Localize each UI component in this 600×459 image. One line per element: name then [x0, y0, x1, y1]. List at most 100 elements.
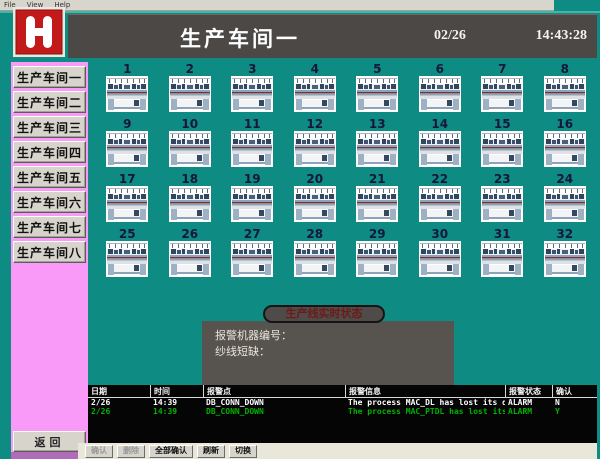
machine-number: 6 [436, 63, 444, 76]
sidebar-item-workshop-6[interactable]: 生产车间六 [13, 191, 86, 213]
machine-number: 3 [248, 63, 256, 76]
machine-tile-22[interactable]: 22 [419, 173, 461, 228]
machine-icon [294, 186, 336, 222]
alarm-row[interactable]: 2/2614:39DB_CONN_DOWNThe process MAC_PTD… [88, 407, 597, 416]
machine-tile-12[interactable]: 12 [294, 118, 336, 173]
machine-icon [169, 76, 211, 112]
return-button[interactable]: 返回 [13, 431, 86, 452]
alarm-cell: ALARM [505, 407, 552, 416]
sidebar-item-workshop-1[interactable]: 生产车间一 [13, 66, 86, 88]
machine-icon [294, 241, 336, 277]
machine-tile-24[interactable]: 24 [544, 173, 586, 228]
alarm-cell: 2/26 [88, 398, 150, 407]
machine-tile-18[interactable]: 18 [169, 173, 211, 228]
machine-tile-10[interactable]: 10 [169, 118, 211, 173]
machine-tile-16[interactable]: 16 [544, 118, 586, 173]
machine-tile-21[interactable]: 21 [356, 173, 398, 228]
status-line: 报警机器编号： [215, 328, 454, 344]
sidebar-item-workshop-8[interactable]: 生产车间八 [13, 241, 86, 263]
machine-tile-17[interactable]: 17 [106, 173, 148, 228]
machine-tile-4[interactable]: 4 [294, 63, 336, 118]
alarm-row[interactable]: 2/2614:39DB_CONN_DOWNThe process MAC_DL … [88, 398, 597, 407]
machine-tile-1[interactable]: 1 [106, 63, 148, 118]
machine-number: 25 [119, 228, 136, 241]
machine-tile-30[interactable]: 30 [419, 228, 461, 283]
machine-icon [294, 76, 336, 112]
machine-tile-5[interactable]: 5 [356, 63, 398, 118]
machine-number: 24 [556, 173, 573, 186]
column-header: 日期 [88, 385, 150, 397]
machine-tile-15[interactable]: 15 [481, 118, 523, 173]
toolbar: 确认删除全部确认刷新切换 [78, 443, 597, 459]
machine-number: 16 [556, 118, 573, 131]
machine-number: 7 [498, 63, 506, 76]
title-bar: 生产车间一 02/26 14:43:28 [68, 14, 597, 58]
hmi-screen: File View Help 生产车间一 02/26 14:43:28 生产车间… [0, 0, 600, 459]
machine-tile-6[interactable]: 6 [419, 63, 461, 118]
machine-tile-25[interactable]: 25 [106, 228, 148, 283]
line-status-tab[interactable]: 生产线实时状态 [263, 305, 385, 323]
machine-number: 4 [311, 63, 319, 76]
machine-tile-3[interactable]: 3 [231, 63, 273, 118]
sidebar-item-workshop-2[interactable]: 生产车间二 [13, 91, 86, 113]
machine-number: 17 [119, 173, 136, 186]
alarm-cell: DB_CONN_DOWN [203, 398, 345, 407]
machine-icon [231, 131, 273, 167]
machine-tile-8[interactable]: 8 [544, 63, 586, 118]
machine-tile-14[interactable]: 14 [419, 118, 461, 173]
machine-icon [356, 131, 398, 167]
machine-tile-23[interactable]: 23 [481, 173, 523, 228]
column-header: 报警信息 [345, 385, 505, 397]
date-display: 02/26 [434, 28, 466, 44]
machine-number: 10 [181, 118, 198, 131]
toolbar-button-4[interactable]: 刷新 [197, 445, 225, 458]
toolbar-button-2[interactable]: 删除 [117, 445, 145, 458]
brand-logo-icon [13, 7, 65, 57]
machine-icon [544, 241, 586, 277]
machine-icon [231, 76, 273, 112]
machine-tile-9[interactable]: 9 [106, 118, 148, 173]
machine-tile-27[interactable]: 27 [231, 228, 273, 283]
toolbar-button-5[interactable]: 切换 [229, 445, 257, 458]
machine-icon [106, 76, 148, 112]
alarm-cell: The process MAC_DL has lost its d... [345, 398, 505, 407]
machine-number: 32 [556, 228, 573, 241]
machine-tile-31[interactable]: 31 [481, 228, 523, 283]
sidebar-item-workshop-7[interactable]: 生产车间七 [13, 216, 86, 238]
machine-number: 29 [369, 228, 386, 241]
machine-tile-20[interactable]: 20 [294, 173, 336, 228]
machine-number: 26 [181, 228, 198, 241]
machine-tile-13[interactable]: 13 [356, 118, 398, 173]
machine-icon [544, 186, 586, 222]
machine-tile-26[interactable]: 26 [169, 228, 211, 283]
toolbar-button-1[interactable]: 确认 [85, 445, 113, 458]
alarm-cell: ALARM [505, 398, 552, 407]
machine-number: 2 [186, 63, 194, 76]
machine-tile-19[interactable]: 19 [231, 173, 273, 228]
machine-icon [481, 241, 523, 277]
sidebar-footer-strip [11, 452, 88, 459]
machine-number: 14 [431, 118, 448, 131]
machine-number: 9 [123, 118, 131, 131]
machine-number: 23 [494, 173, 511, 186]
column-header: 报警点 [203, 385, 345, 397]
sidebar-item-workshop-3[interactable]: 生产车间三 [13, 116, 86, 138]
machine-tile-7[interactable]: 7 [481, 63, 523, 118]
page-title: 生产车间一 [180, 23, 300, 53]
machine-number: 8 [561, 63, 569, 76]
machine-icon [169, 241, 211, 277]
machine-tile-28[interactable]: 28 [294, 228, 336, 283]
machine-tile-2[interactable]: 2 [169, 63, 211, 118]
toolbar-button-3[interactable]: 全部确认 [149, 445, 193, 458]
alarm-status-lines: 报警机器编号：纱线短缺： [215, 328, 454, 360]
machine-icon [419, 186, 461, 222]
machine-tile-32[interactable]: 32 [544, 228, 586, 283]
machine-number: 31 [494, 228, 511, 241]
alarm-table: 日期时间报警点报警信息报警状态确认 2/2614:39DB_CONN_DOWNT… [88, 385, 597, 443]
machine-tile-11[interactable]: 11 [231, 118, 273, 173]
machine-tile-29[interactable]: 29 [356, 228, 398, 283]
machine-icon [481, 186, 523, 222]
machine-icon [419, 241, 461, 277]
sidebar-item-workshop-5[interactable]: 生产车间五 [13, 166, 86, 188]
sidebar-item-workshop-4[interactable]: 生产车间四 [13, 141, 86, 163]
